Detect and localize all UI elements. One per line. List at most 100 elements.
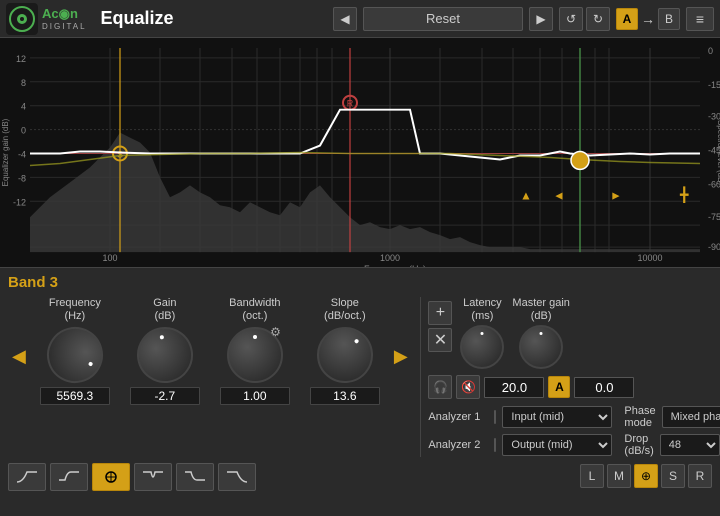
band-next-button[interactable]: ▶ (390, 346, 412, 367)
channel-m-label: M (614, 469, 624, 483)
channel-r-button[interactable]: R (688, 464, 712, 488)
frequency-knob[interactable] (37, 317, 113, 393)
gain-group: Gain (dB) -2.7 (120, 297, 210, 405)
svg-text:-12: -12 (13, 197, 26, 207)
channel-s-button[interactable]: S (661, 464, 685, 488)
svg-text:0: 0 (21, 126, 26, 136)
band-label: Band 3 (8, 274, 712, 291)
svg-text:-4: -4 (18, 149, 26, 159)
svg-text:4: 4 (21, 102, 26, 112)
svg-text:Equalizer gain (dB): Equalizer gain (dB) (1, 118, 10, 186)
headphones-icon: 🎧 (433, 380, 448, 394)
channel-s-label: S (669, 469, 677, 483)
divider (420, 297, 421, 457)
filter-peak-button[interactable] (92, 463, 130, 491)
header: Ac◉n DIGITAL Equalize ◀ Reset ▶ ↺ ↻ A → … (0, 0, 720, 38)
menu-button[interactable]: ≡ (686, 7, 714, 31)
channel-mid-icon: ⊕ (641, 469, 651, 483)
undo-button[interactable]: ↺ (559, 7, 583, 31)
phase-mode-select[interactable]: Mixed phase Linear phase Minimum phase (662, 406, 720, 428)
channel-m-button[interactable]: M (607, 464, 631, 488)
app-title: Equalize (101, 8, 174, 29)
slope-value[interactable]: 13.6 (310, 387, 380, 405)
gain-knob[interactable] (132, 323, 197, 388)
controls-area: Band 3 ◀ Frequency (Hz) 5569.3 Gain (dB)… (0, 268, 720, 516)
bandwidth-settings-icon[interactable]: ⚙ (270, 325, 281, 339)
redo-button[interactable]: ↻ (586, 7, 610, 31)
analyzer1-select[interactable]: Input (mid) Input (side) Output (mid) Of… (502, 406, 612, 428)
analyzer1-color-swatch (494, 410, 496, 424)
bandwidth-value[interactable]: 1.00 (220, 387, 290, 405)
lowpass-icon (225, 468, 249, 486)
filter-lowpass-button[interactable] (218, 463, 256, 491)
tilt-icon (183, 468, 207, 486)
b-button[interactable]: B (658, 8, 680, 30)
filter-highpass-button[interactable] (8, 463, 46, 491)
analyzer-section: Analyzer 1 Input (mid) Input (side) Outp… (428, 405, 712, 457)
svg-text:◄: ◄ (553, 188, 565, 202)
latency-label: Latency (ms) (463, 297, 502, 323)
preset-prev-button[interactable]: ◀ (333, 7, 357, 31)
slope-group: Slope (dB/oct.) 13.6 (300, 297, 390, 405)
phase-mode-label: Phase mode (624, 405, 655, 429)
mute-button[interactable]: 🔇 (456, 375, 480, 399)
ab-display-button[interactable]: A (548, 376, 570, 398)
band-controls: ◀ Frequency (Hz) 5569.3 Gain (dB) -2.7 B… (8, 297, 412, 405)
right-top: + ✕ Latency (ms) Master gain (dB) (428, 297, 712, 369)
band-prev-button[interactable]: ◀ (8, 346, 30, 367)
lowshelf-icon (57, 468, 81, 486)
svg-text:-8: -8 (18, 173, 26, 183)
svg-text:8: 8 (21, 78, 26, 88)
channel-l-label: L (589, 469, 596, 483)
master-gain-value[interactable]: 0.0 (574, 377, 634, 398)
knob-dot (159, 335, 164, 340)
analyzer2-color-swatch (494, 438, 496, 452)
analyzer1-label: Analyzer 1 (428, 411, 488, 423)
svg-text:S: S (117, 149, 123, 159)
peak-icon (99, 468, 123, 486)
analyzer2-row: Analyzer 2 Output (mid) Output (side) In… (428, 433, 712, 457)
svg-text:-15: -15 (708, 80, 720, 90)
add-remove-group: + ✕ (428, 301, 452, 352)
svg-text:1000: 1000 (380, 253, 400, 263)
a-button[interactable]: A (616, 8, 638, 30)
filter-notch-button[interactable] (134, 463, 172, 491)
filter-row (8, 463, 256, 491)
icons-values-row: 🎧 🔇 20.0 A 0.0 (428, 375, 712, 399)
remove-band-button[interactable]: ✕ (428, 328, 452, 352)
analyzer1-row: Analyzer 1 Input (mid) Input (side) Outp… (428, 405, 712, 429)
analyzer2-select[interactable]: Output (mid) Output (side) Input (mid) O… (502, 434, 612, 456)
add-band-button[interactable]: + (428, 301, 452, 325)
svg-text:Spectral level (dB): Spectral level (dB) (716, 120, 720, 185)
headphones-button[interactable]: 🎧 (428, 375, 452, 399)
bandwidth-group: Bandwidth (oct.) ⚙ 1.00 (210, 297, 300, 405)
controls-row: ◀ Frequency (Hz) 5569.3 Gain (dB) -2.7 B… (8, 297, 712, 457)
slope-label: Slope (dB/oct.) (324, 297, 366, 323)
preset-bar: Reset (363, 7, 523, 31)
filter-tilt-button[interactable] (176, 463, 214, 491)
frequency-value[interactable]: 5569.3 (40, 387, 110, 405)
channel-mid-button[interactable]: ⊕ (634, 464, 658, 488)
svg-text:-90: -90 (708, 242, 720, 252)
slope-knob[interactable] (305, 316, 384, 395)
svg-text:Frequency (Hz): Frequency (Hz) (364, 264, 426, 267)
preset-next-button[interactable]: ▶ (529, 7, 553, 31)
filter-lowshelf-button[interactable] (50, 463, 88, 491)
frequency-group: Frequency (Hz) 5569.3 (30, 297, 120, 405)
ab-arrow-icon: → (641, 11, 655, 27)
latency-knob[interactable] (460, 325, 504, 369)
latency-value[interactable]: 20.0 (484, 377, 544, 398)
drop-select[interactable]: 48 96 24 12 (660, 434, 720, 456)
svg-text:12: 12 (16, 54, 26, 64)
channel-l-button[interactable]: L (580, 464, 604, 488)
mute-icon: 🔇 (461, 380, 476, 394)
eq-display[interactable]: 12 8 4 0 -4 -8 -12 0 -15 -30 -45 -60 -75… (0, 38, 720, 268)
svg-text:10000: 10000 (637, 253, 662, 263)
knob-sm-dot (481, 332, 484, 335)
bandwidth-label: Bandwidth (oct.) (229, 297, 280, 323)
logo-icon (6, 3, 38, 35)
gain-label: Gain (dB) (153, 297, 176, 323)
svg-text:R: R (347, 99, 354, 109)
master-gain-knob[interactable] (519, 325, 563, 369)
gain-value[interactable]: -2.7 (130, 387, 200, 405)
